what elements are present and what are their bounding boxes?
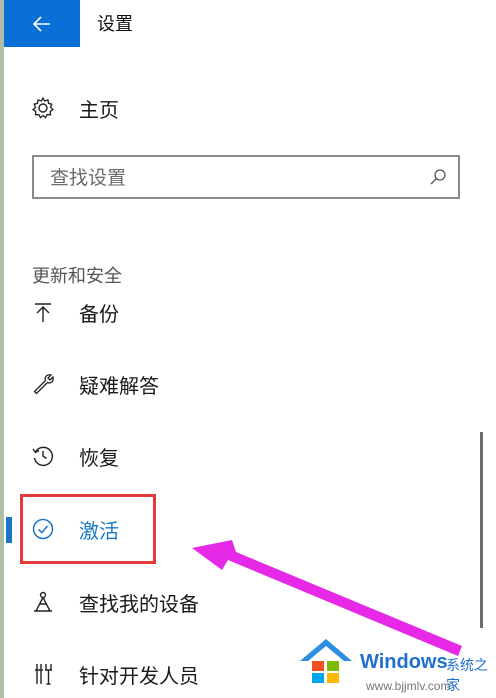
developer-tools-icon: [30, 661, 56, 687]
find-device-icon: [30, 589, 56, 615]
watermark-brand: Windows: [360, 651, 448, 673]
search-box[interactable]: [32, 155, 460, 199]
back-button[interactable]: [4, 0, 80, 47]
wrench-icon: [30, 371, 56, 397]
nav-item-developers[interactable]: 针对开发人员: [30, 654, 199, 694]
nav-item-recovery[interactable]: 恢复: [30, 436, 119, 476]
nav-item-label: 恢复: [79, 445, 119, 470]
nav-item-label: 备份: [79, 301, 119, 326]
scrollbar[interactable]: [480, 432, 483, 628]
window-left-edge: [0, 0, 4, 698]
highlight-box: [20, 494, 156, 564]
gear-icon: [30, 95, 56, 121]
nav-item-find-device[interactable]: 查找我的设备: [30, 582, 199, 622]
search-input[interactable]: [48, 163, 412, 193]
home-label: 主页: [79, 97, 119, 122]
selected-indicator: [6, 517, 12, 543]
app-title: 设置: [97, 14, 133, 35]
nav-item-troubleshoot[interactable]: 疑难解答: [30, 364, 159, 404]
house-logo: [300, 639, 352, 683]
nav-item-label: 疑难解答: [79, 373, 159, 398]
section-title: 更新和安全: [32, 266, 122, 287]
home-link[interactable]: 主页: [30, 90, 119, 126]
nav-item-label: 查找我的设备: [79, 591, 199, 616]
nav-item-label: 针对开发人员: [79, 663, 199, 688]
nav-item-backup[interactable]: 备份: [30, 292, 119, 332]
search-icon[interactable]: [428, 167, 448, 187]
watermark-site-name: 系统之家: [446, 658, 488, 694]
arrow-left-icon: [32, 15, 50, 32]
watermark: Windows 系统之家 www.bjjmlv.com: [298, 637, 494, 697]
backup-arrow-icon: [30, 299, 56, 325]
history-icon: [30, 443, 56, 469]
watermark-url: www.bjjmlv.com: [366, 679, 451, 693]
